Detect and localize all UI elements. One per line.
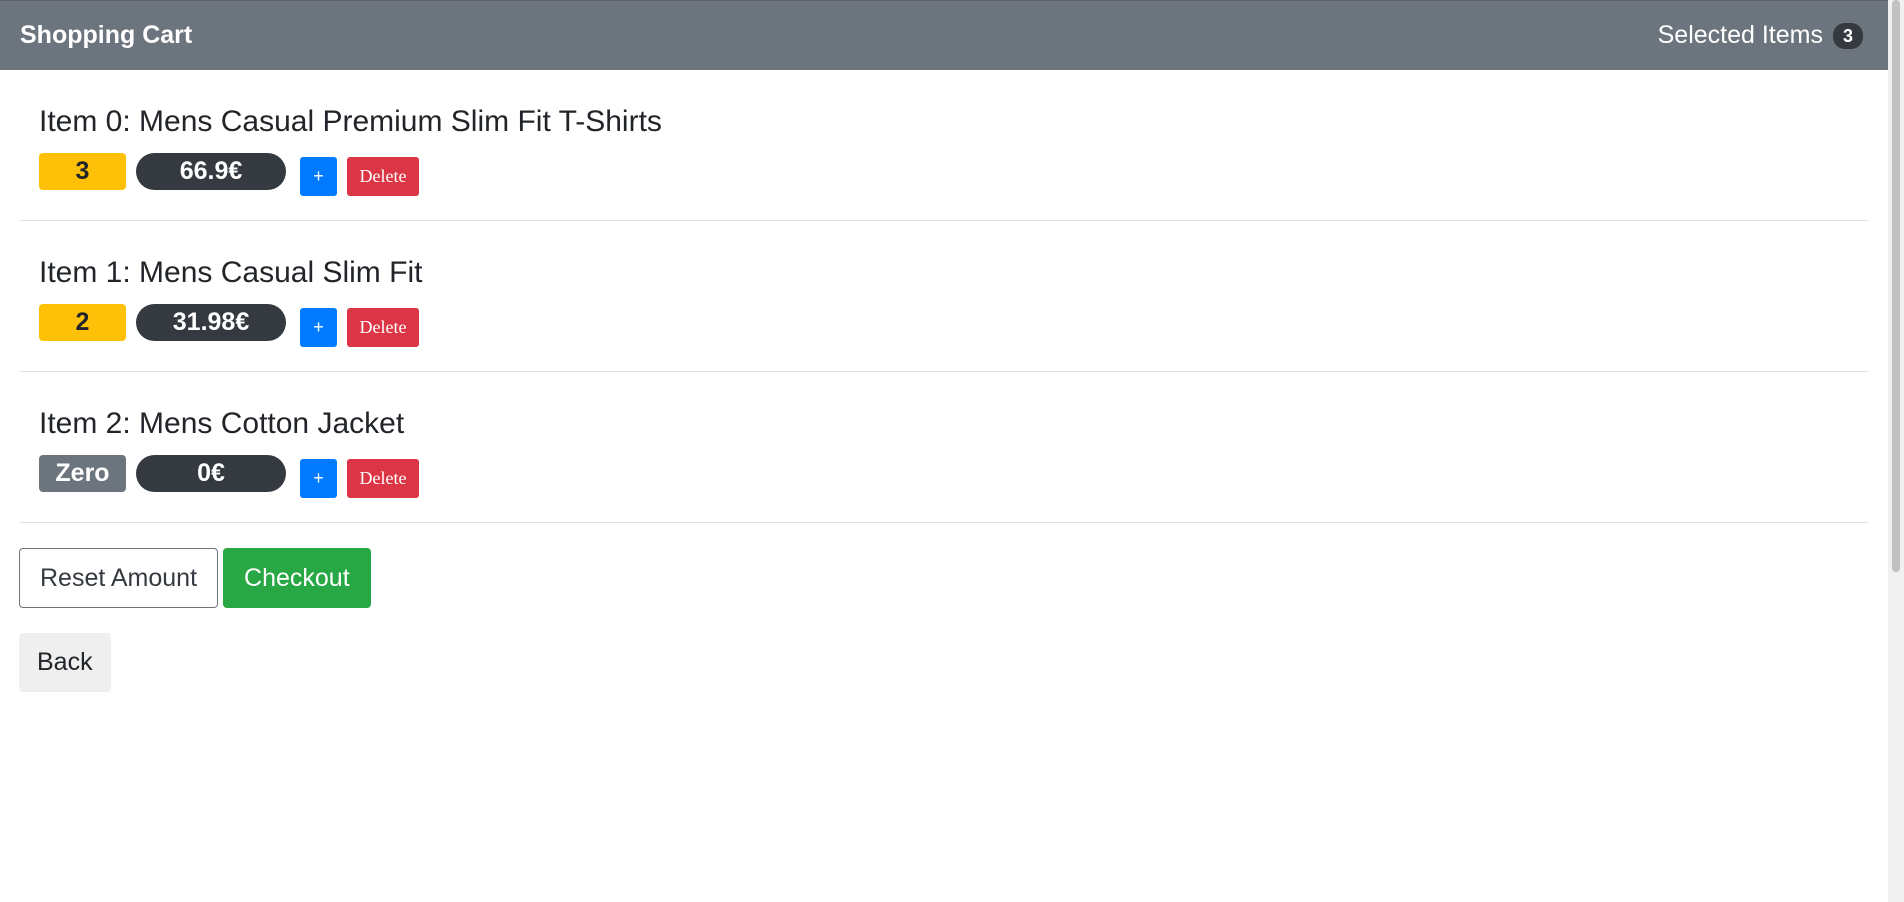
increment-button[interactable]: + xyxy=(300,307,337,347)
delete-button[interactable]: Delete xyxy=(347,458,419,498)
scrollbar-thumb[interactable] xyxy=(1892,0,1900,572)
navbar: Shopping Cart Selected Items 3 xyxy=(0,0,1888,70)
cart-list: Item 0: Mens Casual Premium Slim Fit T-S… xyxy=(0,70,1888,523)
price-badge: 66.9€ xyxy=(136,153,286,190)
cart-item: Item 0: Mens Casual Premium Slim Fit T-S… xyxy=(20,70,1868,221)
item-title: Item 0: Mens Casual Premium Slim Fit T-S… xyxy=(39,105,662,138)
cart-item: Item 1: Mens Casual Slim Fit 2 31.98€ + … xyxy=(20,221,1868,372)
item-controls: Zero 0€ + Delete xyxy=(39,455,1849,498)
back-container: Back xyxy=(0,608,1888,692)
checkout-button[interactable]: Checkout xyxy=(223,548,371,608)
selected-items-label: Selected Items xyxy=(1657,21,1823,49)
cart-actions: Reset Amount Checkout xyxy=(0,523,1888,608)
page: Shopping Cart Selected Items 3 Item 0: M… xyxy=(0,0,1904,902)
navbar-brand[interactable]: Shopping Cart xyxy=(20,21,192,50)
delete-button[interactable]: Delete xyxy=(347,307,419,347)
delete-button[interactable]: Delete xyxy=(347,156,419,196)
selected-items: Selected Items 3 xyxy=(1658,21,1863,50)
price-badge: 0€ xyxy=(136,455,286,492)
item-title: Item 1: Mens Casual Slim Fit xyxy=(39,256,423,289)
selected-items-count-badge: 3 xyxy=(1832,22,1863,49)
item-controls: 2 31.98€ + Delete xyxy=(39,304,1849,347)
page-content: Shopping Cart Selected Items 3 Item 0: M… xyxy=(0,0,1888,902)
quantity-badge: 2 xyxy=(39,304,126,341)
vertical-scrollbar[interactable] xyxy=(1888,0,1904,902)
increment-button[interactable]: + xyxy=(300,156,337,196)
item-title: Item 2: Mens Cotton Jacket xyxy=(39,407,405,440)
quantity-badge: 3 xyxy=(39,153,126,190)
back-button[interactable]: Back xyxy=(19,633,111,692)
reset-amount-button[interactable]: Reset Amount xyxy=(19,548,219,608)
item-controls: 3 66.9€ + Delete xyxy=(39,153,1849,196)
price-badge: 31.98€ xyxy=(136,304,286,341)
increment-button[interactable]: + xyxy=(300,458,337,498)
quantity-badge: Zero xyxy=(39,455,126,492)
cart-item: Item 2: Mens Cotton Jacket Zero 0€ + Del… xyxy=(20,372,1868,523)
